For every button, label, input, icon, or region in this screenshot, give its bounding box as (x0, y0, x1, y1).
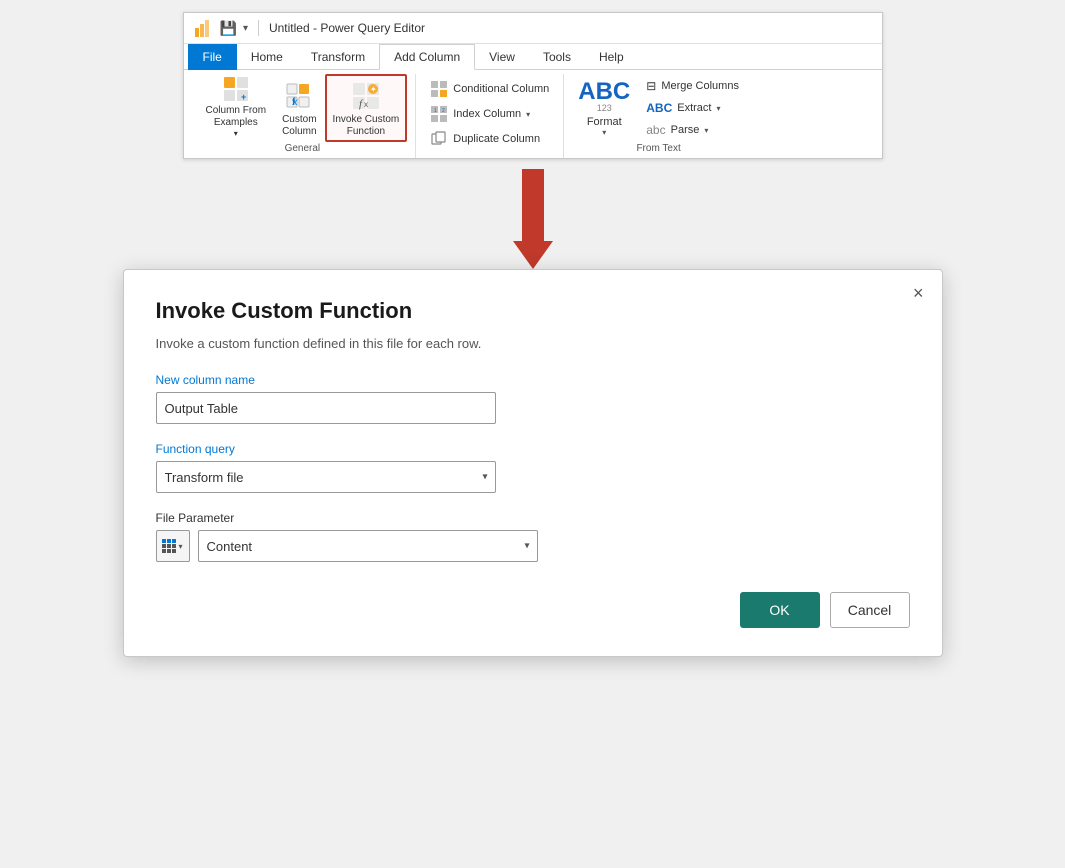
col-examples-dropdown[interactable]: ▾ (234, 129, 238, 138)
dialog-title: Invoke Custom Function (156, 298, 910, 324)
dialog-description: Invoke a custom function defined in this… (156, 336, 910, 351)
duplicate-column-icon (430, 130, 448, 148)
grid-icon (162, 539, 176, 553)
from-text-label: From Text (574, 143, 743, 154)
format-abc-sub: 123 (597, 104, 612, 113)
extract-icon: ABC (646, 101, 672, 115)
format-group: ABC 123 Format ▾ ⊟ Merge Columns ABC Ext… (564, 74, 753, 158)
tab-home[interactable]: Home (237, 45, 297, 69)
format-dropdown-arrow[interactable]: ▾ (602, 128, 606, 137)
title-dropdown-arrow[interactable]: ▾ (243, 23, 248, 34)
index-column-dropdown[interactable]: ▾ (526, 110, 530, 119)
tab-transform[interactable]: Transform (297, 45, 379, 69)
svg-text:+: + (241, 92, 246, 102)
parse-button[interactable]: abc Parse ▾ (642, 121, 743, 139)
tab-add-column[interactable]: Add Column (379, 44, 475, 70)
tab-bar: File Home Transform Add Column View Tool… (184, 44, 882, 70)
new-column-name-label: New column name (156, 373, 910, 387)
merge-columns-icon: ⊟ (646, 79, 656, 93)
tab-help[interactable]: Help (585, 45, 638, 69)
window-title: Untitled - Power Query Editor (269, 21, 425, 35)
index-column-button[interactable]: 1 2 Index Column ▾ (426, 103, 553, 125)
format-abc-icon: ABC (578, 80, 630, 104)
function-query-select[interactable]: Transform file (156, 461, 496, 493)
parse-icon: abc (646, 123, 665, 137)
dialog-container: × Invoke Custom Function Invoke a custom… (123, 269, 943, 657)
index-column-icon: 1 2 (430, 105, 448, 123)
conditional-column-button[interactable]: Conditional Column (426, 78, 553, 100)
extract-dropdown[interactable]: ▾ (716, 104, 720, 113)
arrow-down (513, 169, 553, 279)
duplicate-column-button[interactable]: Duplicate Column (426, 128, 553, 150)
file-parameter-icon-button[interactable]: ▾ (156, 530, 190, 562)
invoke-custom-function-button[interactable]: ✦ f x Invoke CustomFunction (325, 74, 408, 142)
file-parameter-row: ▾ Content ▾ (156, 530, 910, 562)
general-group: + Column FromExamples ▾ f (190, 74, 417, 158)
new-column-name-input[interactable] (156, 392, 496, 424)
title-bar: 💾 ▾ Untitled - Power Query Editor (184, 13, 882, 44)
app-icon (194, 18, 214, 38)
ribbon-content: + Column FromExamples ▾ f (184, 70, 882, 158)
svg-text:✦: ✦ (370, 85, 377, 94)
conditional-column-icon (430, 80, 448, 98)
custom-column-icon: f x (285, 80, 313, 112)
dialog-close-button[interactable]: × (913, 284, 924, 302)
svg-text:2: 2 (442, 108, 445, 114)
duplicate-column-label: Duplicate Column (453, 133, 540, 145)
extract-button[interactable]: ABC Extract ▾ (642, 99, 743, 117)
svg-text:1: 1 (434, 108, 437, 114)
svg-text:x: x (364, 100, 368, 109)
save-icon[interactable]: 💾 (220, 20, 237, 37)
cancel-button[interactable]: Cancel (830, 592, 910, 628)
invoke-fn-icon: ✦ f x (350, 80, 382, 112)
param-icon-dropdown[interactable]: ▾ (178, 542, 182, 551)
ok-button[interactable]: OK (740, 592, 820, 628)
parse-dropdown[interactable]: ▾ (704, 126, 708, 135)
custom-column-button[interactable]: f x CustomColumn (276, 74, 322, 142)
general-group-label: General (198, 143, 408, 154)
column-examples-icon: + (220, 75, 252, 103)
tab-file[interactable]: File (188, 44, 237, 70)
title-separator (258, 20, 259, 36)
function-query-label: Function query (156, 442, 910, 456)
conditional-column-label: Conditional Column (453, 83, 549, 95)
merge-columns-button[interactable]: ⊟ Merge Columns (642, 77, 743, 95)
column-group: Conditional Column 1 2 Index Column (416, 74, 564, 158)
format-button[interactable]: ABC 123 Format ▾ (574, 74, 634, 142)
arrow-container (0, 159, 1065, 269)
tab-tools[interactable]: Tools (529, 45, 585, 69)
svg-text:x: x (292, 97, 299, 108)
column-from-examples-button[interactable]: + Column FromExamples ▾ (198, 74, 275, 142)
dialog-buttons: OK Cancel (156, 592, 910, 628)
file-parameter-select[interactable]: Content (198, 530, 538, 562)
file-parameter-label: File Parameter (156, 511, 910, 525)
format-label: Format (587, 116, 622, 128)
tab-view[interactable]: View (475, 45, 529, 69)
index-column-label: Index Column (453, 108, 521, 120)
